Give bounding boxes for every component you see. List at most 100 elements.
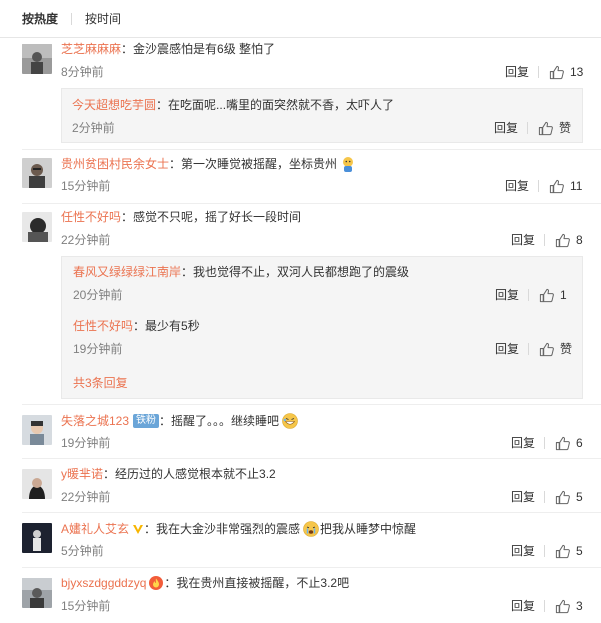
comment-item: bjyxszdggddzyq ： 我在贵州直接被摇醒，不止3.2吧 15分钟前 … — [0, 568, 601, 623]
reply-button[interactable]: 回复 — [511, 232, 535, 248]
action-separator — [544, 600, 545, 612]
reply-button[interactable]: 回复 — [495, 287, 519, 303]
comment-text: 我在贵州直接被摇醒，不止3.2吧 — [176, 576, 350, 590]
like-count: 11 — [570, 179, 583, 193]
thumbs-up-icon — [539, 342, 554, 356]
like-button[interactable]: 5 — [555, 489, 583, 505]
reply-button[interactable]: 回复 — [511, 543, 535, 559]
like-count: 6 — [576, 436, 583, 450]
like-button[interactable]: 13 — [549, 64, 583, 80]
comment-time: 22分钟前 — [61, 233, 111, 247]
action-separator — [528, 343, 529, 355]
comment-text: 金沙震感怕是有6级 整怕了 — [133, 42, 276, 56]
comment-time: 22分钟前 — [61, 490, 111, 504]
action-separator — [538, 66, 539, 78]
thumbs-up-icon — [555, 490, 570, 504]
like-button[interactable]: 1 — [539, 287, 567, 303]
username-link[interactable]: 今天超想吃芋圆 — [72, 97, 156, 113]
colon: ： — [181, 265, 194, 279]
action-separator — [544, 545, 545, 557]
crying-emoji-icon — [303, 521, 319, 537]
avatar[interactable] — [22, 469, 52, 499]
reply-button[interactable]: 回复 — [511, 598, 535, 614]
username-link[interactable]: 春风又绿绿绿江南岸 — [73, 264, 181, 280]
comment-text: 最少有5秒 — [145, 319, 200, 333]
sort-separator — [71, 12, 73, 25]
comment-time: 19分钟前 — [73, 342, 123, 356]
avatar[interactable] — [22, 523, 52, 553]
colon: ： — [169, 157, 182, 171]
comment-text: 我也觉得不止，双河人民都想跑了的震级 — [193, 265, 410, 279]
username-link[interactable]: 失落之城123 — [61, 413, 129, 429]
sort-bar: 按热度 按时间 — [0, 0, 601, 38]
thumbs-up-icon — [555, 599, 570, 613]
reply-button[interactable]: 回复 — [494, 120, 518, 136]
reply-button[interactable]: 回复 — [505, 64, 529, 80]
username-link[interactable]: 贵州贫困村民余女士 — [61, 156, 169, 172]
reply-button[interactable]: 回复 — [505, 178, 529, 194]
comment-item: y暖芈诺 ： 经历过的人感觉根本就不止3.2 22分钟前 回复 5 — [0, 459, 601, 511]
username-link[interactable]: A嫿礼人艾玄 — [61, 521, 129, 537]
colon: ： — [159, 414, 172, 428]
comment-text-continued: 把我从睡梦中惊醒 — [320, 522, 417, 536]
like-button[interactable]: 6 — [555, 435, 583, 451]
sub-reply-box: 春风又绿绿绿江南岸 ： 我也觉得不止，双河人民都想跑了的震级 20分钟前 回复 … — [61, 256, 583, 399]
like-button[interactable]: 11 — [549, 178, 582, 194]
action-separator — [544, 491, 545, 503]
comment-time: 19分钟前 — [61, 436, 111, 450]
like-button[interactable]: 3 — [555, 598, 583, 614]
sub-reply-box: 今天超想吃芋圆 ： 在吃面呢...嘴里的面突然就不香，太吓人了 2分钟前 回复 … — [61, 88, 583, 143]
like-button[interactable]: 赞 — [539, 341, 572, 357]
like-button[interactable]: 赞 — [538, 120, 571, 136]
verified-v-icon — [133, 525, 144, 534]
avatar[interactable] — [22, 578, 52, 608]
colon: ： — [164, 576, 177, 590]
avatar[interactable] — [22, 158, 52, 188]
reply-button[interactable]: 回复 — [495, 341, 519, 357]
thumbs-up-icon — [555, 544, 570, 558]
fire-badge-icon — [149, 576, 164, 590]
comment-text: 经历过的人感觉根本就不止3.2 — [115, 467, 276, 481]
like-count: 赞 — [560, 342, 573, 356]
comment-text: 感觉不只呢，摇了好长一段时间 — [133, 210, 302, 224]
like-count: 1 — [560, 288, 567, 302]
username-link[interactable]: 芝芝麻麻麻 — [61, 41, 121, 57]
avatar[interactable] — [22, 212, 52, 242]
comment-item: A嫿礼人艾玄 ： 我在大金沙非常强烈的震感 把我从睡梦中惊醒 5分钟前 回复 5 — [0, 513, 601, 567]
username-link[interactable]: bjyxszdggddzyq — [61, 575, 146, 591]
colon: ： — [103, 467, 116, 481]
reply-button[interactable]: 回复 — [511, 435, 535, 451]
thumbs-up-icon — [538, 121, 553, 135]
like-count: 8 — [576, 233, 583, 247]
comment-item: 失落之城123 铁粉 ： 摇醒了。。。继续睡吧 19分钟前 回复 6 — [0, 405, 601, 457]
avatar[interactable] — [22, 415, 52, 445]
username-link[interactable]: y暖芈诺 — [61, 466, 103, 482]
sort-by-time[interactable]: 按时间 — [85, 10, 121, 27]
like-button[interactable]: 5 — [555, 543, 583, 559]
comment-time: 8分钟前 — [61, 65, 104, 79]
like-button[interactable]: 8 — [555, 232, 583, 248]
like-count: 5 — [576, 544, 583, 558]
comment-text: 我在大金沙非常强烈的震感 — [156, 522, 301, 536]
more-replies-link[interactable]: 共3条回复 — [73, 375, 128, 391]
action-separator — [544, 234, 545, 246]
thumbs-up-icon — [549, 65, 564, 79]
avatar[interactable] — [22, 44, 52, 74]
comment-text: 摇醒了。。。继续睡吧 — [171, 414, 280, 428]
username-link[interactable]: 任性不好吗 — [61, 209, 121, 225]
action-separator — [527, 122, 528, 134]
like-count: 5 — [576, 490, 583, 504]
sort-by-hot[interactable]: 按热度 — [22, 10, 58, 27]
colon: ： — [144, 522, 157, 536]
comment-time: 20分钟前 — [73, 288, 123, 302]
username-link[interactable]: 任性不好吗 — [73, 318, 133, 334]
reply-button[interactable]: 回复 — [511, 489, 535, 505]
emoji-icon — [343, 157, 354, 172]
thumbs-up-icon — [549, 179, 564, 193]
comment-time: 15分钟前 — [61, 179, 111, 193]
action-separator — [538, 180, 539, 192]
comment-item: 贵州贫困村民余女士 ： 第一次睡觉被摇醒，坐标贵州 15分钟前 回复 11 — [0, 150, 601, 202]
like-count: 3 — [576, 599, 583, 613]
laughing-emoji-icon — [282, 413, 298, 429]
colon: ： — [156, 98, 169, 112]
